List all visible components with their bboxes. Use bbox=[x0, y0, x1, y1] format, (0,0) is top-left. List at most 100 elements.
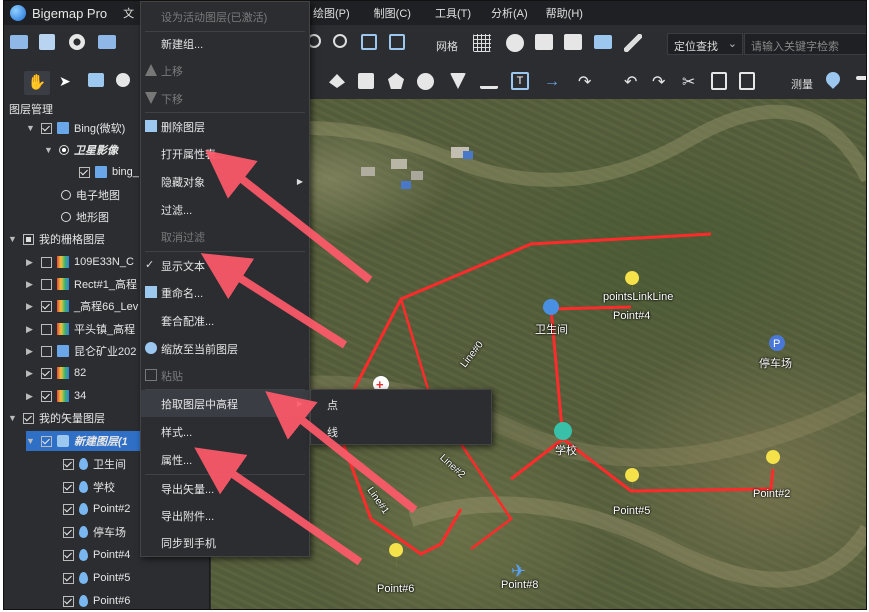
layer-checkbox[interactable] bbox=[41, 435, 52, 447]
menu-paste[interactable]: 粘贴 bbox=[141, 362, 309, 389]
layer-checkbox[interactable] bbox=[63, 481, 74, 493]
menu-show-text[interactable]: ✓ 显示文本 bbox=[141, 252, 309, 279]
menu-help[interactable]: 帮助(H) bbox=[540, 5, 589, 21]
copy-icon[interactable] bbox=[711, 72, 727, 90]
marker-tool-icon[interactable] bbox=[450, 73, 466, 89]
menu-new-group[interactable]: 新建组... bbox=[141, 30, 309, 57]
layer-checkbox[interactable] bbox=[41, 345, 52, 357]
chevron-right-icon[interactable]: ▶ bbox=[26, 301, 36, 312]
scissors-icon[interactable]: ✂ bbox=[682, 72, 702, 92]
chevron-right-icon[interactable]: ▶ bbox=[26, 391, 36, 402]
select-arrow-icon[interactable]: ➤ bbox=[59, 73, 79, 93]
ruler-icon[interactable] bbox=[856, 76, 866, 80]
layer-checkbox[interactable] bbox=[63, 503, 74, 515]
menu-draw[interactable]: 绘图(P) bbox=[307, 5, 356, 21]
menu-move-up[interactable]: 上移 bbox=[141, 57, 309, 84]
rectangle-tool-icon[interactable] bbox=[358, 73, 374, 89]
curve-arrow-icon[interactable]: ↷ bbox=[578, 72, 598, 92]
search-input[interactable]: 请输入关键字检索 bbox=[744, 33, 866, 55]
tree-row-electronic-map[interactable]: 电子地图 bbox=[56, 185, 120, 205]
image-select-icon[interactable] bbox=[88, 73, 104, 87]
menu-style[interactable]: 样式... bbox=[141, 418, 309, 445]
pan-hand-icon[interactable]: ✋ bbox=[24, 71, 50, 95]
tree-row-vector-group[interactable]: ▼ 我的矢量图层 bbox=[8, 408, 105, 428]
menu-export-attachment[interactable]: 导出附件... bbox=[141, 502, 309, 529]
menu-export-vector[interactable]: 导出矢量... bbox=[141, 475, 309, 502]
km-grid-icon[interactable] bbox=[535, 34, 553, 50]
menu-filter[interactable]: 过滤... bbox=[141, 196, 309, 223]
pin-select-icon[interactable] bbox=[116, 73, 130, 87]
open-folder-icon[interactable] bbox=[10, 35, 28, 49]
zoom-out-icon[interactable] bbox=[333, 34, 347, 48]
layer-checkbox[interactable] bbox=[41, 390, 52, 402]
chevron-right-icon[interactable]: ▶ bbox=[26, 257, 36, 268]
layer-checkbox[interactable] bbox=[41, 300, 52, 312]
menu-rename[interactable]: 重命名... bbox=[141, 279, 309, 306]
tree-row-point2[interactable]: Point#2 bbox=[58, 499, 130, 519]
menu-zoom-to-layer[interactable]: 缩放至当前图层 bbox=[141, 335, 309, 362]
layer-checkbox[interactable] bbox=[79, 166, 90, 178]
layer-checkbox[interactable] bbox=[41, 323, 52, 335]
folder-icon[interactable] bbox=[594, 35, 612, 49]
layer-checkbox[interactable] bbox=[63, 526, 74, 538]
menu-set-active-layer[interactable]: 设为活动图层(已激活) bbox=[141, 3, 309, 30]
chevron-right-icon[interactable]: ▶ bbox=[26, 346, 36, 357]
menu-tools[interactable]: 工具(T) bbox=[429, 5, 477, 21]
locate-dropdown[interactable]: 定位查找 ⌄ bbox=[667, 33, 743, 55]
chevron-down-icon[interactable]: ▼ bbox=[26, 123, 36, 133]
paste-icon[interactable] bbox=[739, 72, 755, 90]
tree-row-new-layer[interactable]: ▼ 新建图层(1 bbox=[26, 431, 140, 451]
tree-row-terrain[interactable]: 地形图 bbox=[56, 207, 109, 227]
school-marker[interactable] bbox=[554, 422, 572, 440]
tree-row-raster-1[interactable]: ▶ 109E33N_C bbox=[26, 252, 134, 272]
tree-row-point5[interactable]: Point#5 bbox=[58, 568, 130, 588]
layer-checkbox[interactable] bbox=[63, 549, 74, 561]
zoom-extent-icon[interactable] bbox=[361, 34, 377, 50]
menu-delete-layer[interactable]: 删除图层 bbox=[141, 113, 309, 140]
menu-pick-elevation[interactable]: 拾取图层中高程 ▶ bbox=[141, 390, 309, 417]
grid-icon[interactable] bbox=[473, 34, 491, 52]
chevron-down-icon[interactable]: ▼ bbox=[44, 145, 54, 155]
tree-row-toilet[interactable]: 卫生间 bbox=[58, 454, 126, 474]
chevron-down-icon[interactable]: ▼ bbox=[26, 436, 36, 446]
location-pin-icon[interactable] bbox=[823, 69, 843, 89]
menu-open-attribute-table[interactable]: 打开属性表... bbox=[141, 140, 309, 167]
layer-checkbox[interactable] bbox=[41, 122, 52, 134]
save-icon[interactable] bbox=[39, 34, 55, 50]
menu-properties[interactable]: 属性... bbox=[141, 446, 309, 473]
submenu-line[interactable]: 线 bbox=[311, 418, 491, 445]
menu-analysis[interactable]: 分析(A) bbox=[485, 5, 534, 21]
layer-checkbox[interactable] bbox=[23, 233, 34, 245]
tree-row-school[interactable]: 学校 bbox=[58, 477, 115, 497]
layer-checkbox[interactable] bbox=[41, 256, 52, 268]
layer-checkbox[interactable] bbox=[63, 595, 74, 607]
menu-file[interactable]: 文 bbox=[117, 5, 140, 21]
text-tool-icon[interactable]: T bbox=[511, 72, 529, 90]
chevron-right-icon[interactable]: ▶ bbox=[26, 279, 36, 290]
yellow-pin-icon[interactable] bbox=[389, 543, 404, 571]
tree-row-point6[interactable]: Point#6 bbox=[58, 591, 130, 609]
layer-checkbox[interactable] bbox=[63, 572, 74, 584]
tree-row-bing-tiles[interactable]: bing_ bbox=[74, 162, 139, 182]
layer-checkbox[interactable] bbox=[41, 367, 52, 379]
menu-hide-objects[interactable]: 隐藏对象 ▶ bbox=[141, 168, 309, 195]
tree-row-raster-7[interactable]: ▶ 34 bbox=[26, 386, 86, 406]
toilet-marker[interactable] bbox=[543, 299, 559, 315]
gear-icon[interactable] bbox=[69, 34, 85, 50]
layer-checkbox[interactable] bbox=[63, 458, 74, 470]
tree-row-bing[interactable]: ▼ Bing(微软) bbox=[26, 118, 125, 138]
circle-tool-icon[interactable] bbox=[417, 73, 434, 90]
arrow-tool-icon[interactable]: → bbox=[544, 73, 564, 93]
tree-row-parking[interactable]: 停车场 bbox=[58, 522, 126, 542]
tree-row-satellite[interactable]: ▼ 卫星影像 bbox=[44, 140, 118, 160]
layer-checkbox[interactable] bbox=[41, 278, 52, 290]
submenu-point[interactable]: 点 bbox=[311, 391, 491, 418]
tree-row-raster-2[interactable]: ▶ Rect#1_高程 bbox=[26, 274, 137, 294]
menu-cartography[interactable]: 制图(C) bbox=[368, 5, 417, 21]
menu-move-down[interactable]: 下移 bbox=[141, 85, 309, 112]
chevron-down-icon[interactable]: ▼ bbox=[8, 234, 18, 244]
tree-row-point4[interactable]: Point#4 bbox=[58, 545, 130, 565]
text-underline-icon[interactable] bbox=[480, 73, 498, 89]
redo-icon[interactable]: ↷ bbox=[652, 72, 672, 92]
undo-icon[interactable]: ↶ bbox=[624, 72, 644, 92]
